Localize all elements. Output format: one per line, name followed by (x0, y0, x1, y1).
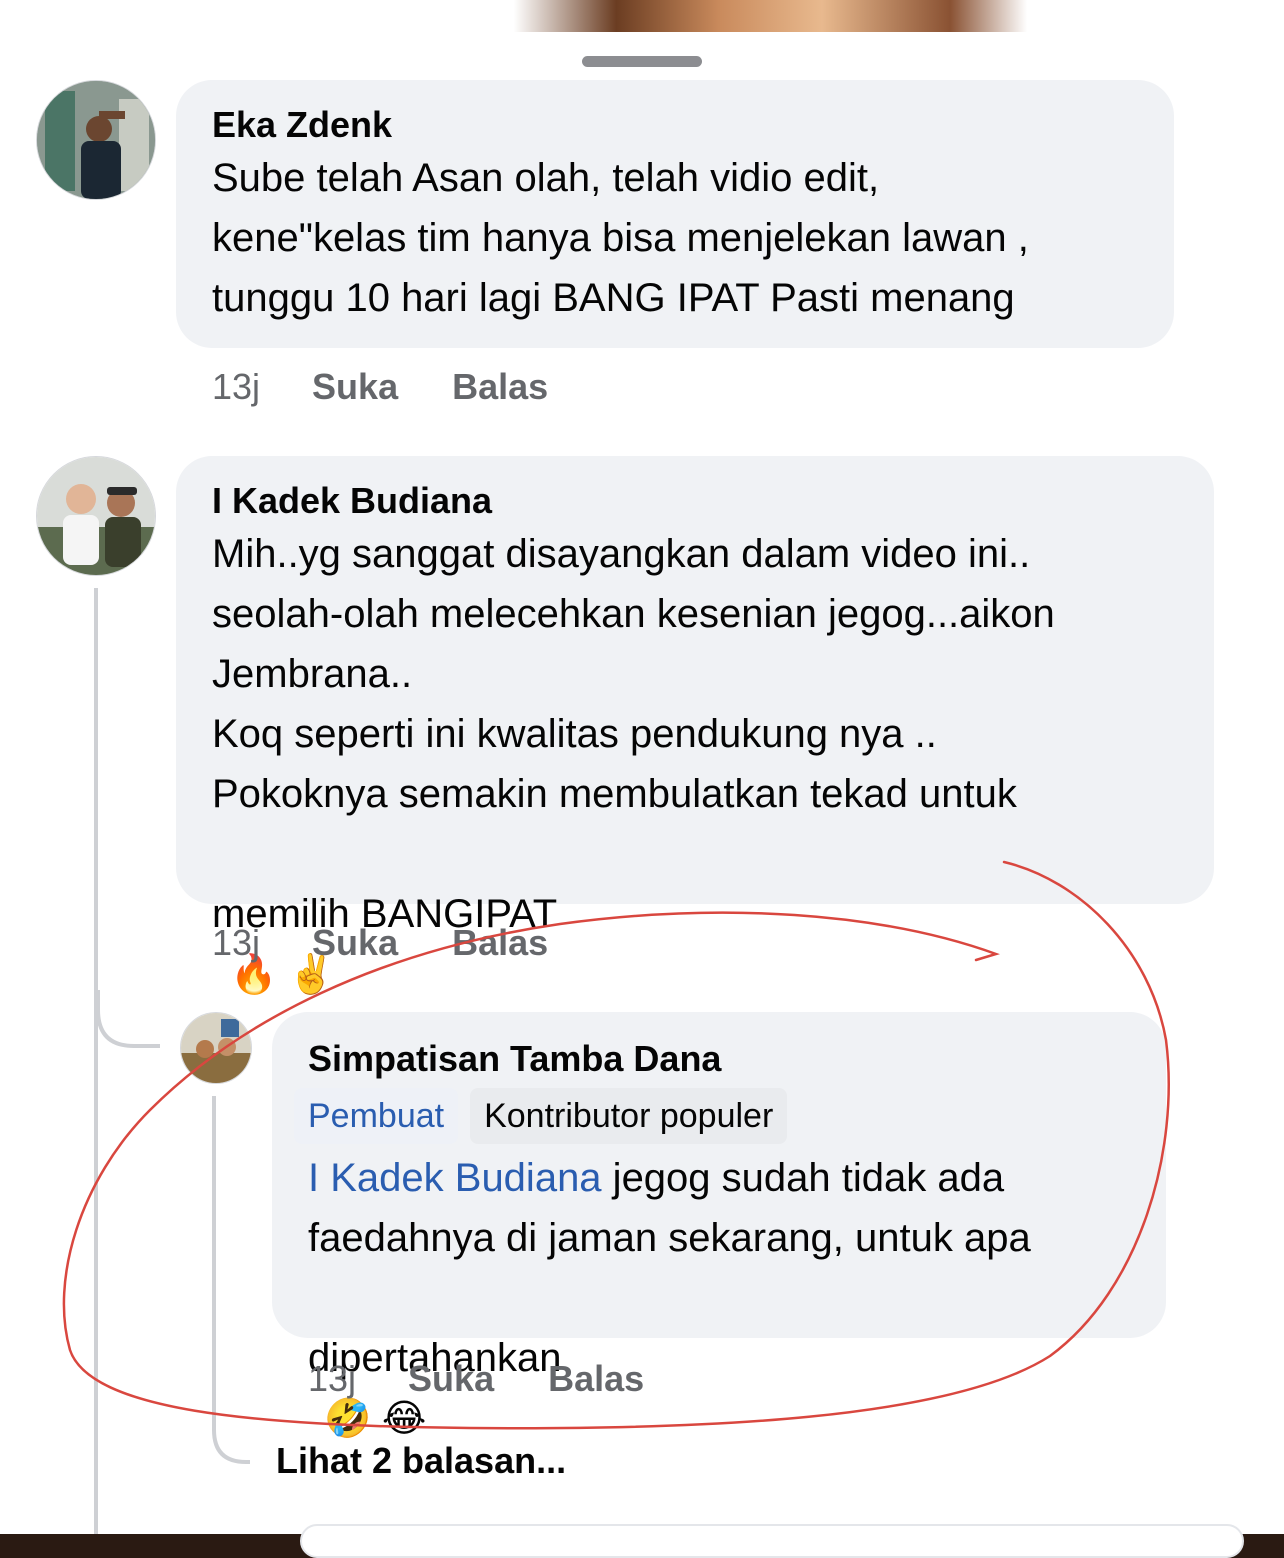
avatar[interactable] (36, 80, 156, 200)
comment-actions: 13j Suka Balas (212, 366, 602, 408)
reply-button[interactable]: Balas (452, 922, 548, 964)
reply-actions: 13j Suka Balas (308, 1358, 698, 1400)
comment-time: 13j (212, 366, 261, 407)
comment-bubble[interactable]: Eka Zdenk Sube telah Asan olah, telah vi… (176, 80, 1174, 348)
avatar[interactable] (36, 456, 156, 576)
avatar-photo-icon (37, 457, 155, 575)
thread-line (94, 588, 98, 1534)
top-contributor-badge: Kontributor populer (470, 1088, 788, 1144)
mention-link[interactable]: I Kadek Budiana (308, 1156, 602, 1200)
comment-text: Mih..yg sanggat disayangkan dalam video … (212, 532, 1055, 816)
comment-actions: 13j Suka Balas (212, 922, 602, 964)
reply-text-head: jegog sudah tidak ada (601, 1156, 1005, 1200)
comment-text: Sube telah Asan olah, telah vidio edit, … (212, 156, 1029, 320)
comment-bubble[interactable]: I Kadek Budiana Mih..yg sanggat disayang… (176, 456, 1214, 996)
reply-author[interactable]: Simpatisan Tamba Dana (308, 1038, 1158, 1080)
reply-text: faedahnya di jaman sekarang, untuk apa (308, 1216, 1031, 1260)
comment-time: 13j (212, 922, 261, 963)
like-button[interactable]: Suka (312, 922, 398, 964)
reply-text-first-line: I Kadek Budiana jegog sudah tidak ada (308, 1148, 1158, 1208)
avatar[interactable] (180, 1012, 252, 1084)
see-more-replies-link[interactable]: Lihat 2 balasan... (276, 1440, 566, 1482)
comment-author[interactable]: Eka Zdenk (212, 104, 1029, 146)
reply-button[interactable]: Balas (548, 1358, 644, 1400)
avatar-photo-icon (181, 1013, 251, 1083)
drag-handle[interactable] (582, 56, 702, 67)
avatar-photo-icon (37, 81, 155, 199)
comment-text-last-line: memilih BANGIPAT 🔥 ✌️ (212, 824, 1202, 1005)
creator-badge: Pembuat (294, 1088, 459, 1144)
reply-button[interactable]: Balas (452, 366, 548, 408)
reply-time: 13j (308, 1358, 357, 1399)
comment-author[interactable]: I Kadek Budiana (212, 480, 1202, 522)
like-button[interactable]: Suka (408, 1358, 494, 1400)
next-comment-bubble-edge (300, 1524, 1244, 1558)
reply-bubble[interactable]: Simpatisan Tamba Dana Pembuat Kontributor… (272, 1012, 1166, 1440)
laughing-emoji-icon: 🤣 😂 (324, 1398, 427, 1440)
like-button[interactable]: Suka (312, 366, 398, 408)
